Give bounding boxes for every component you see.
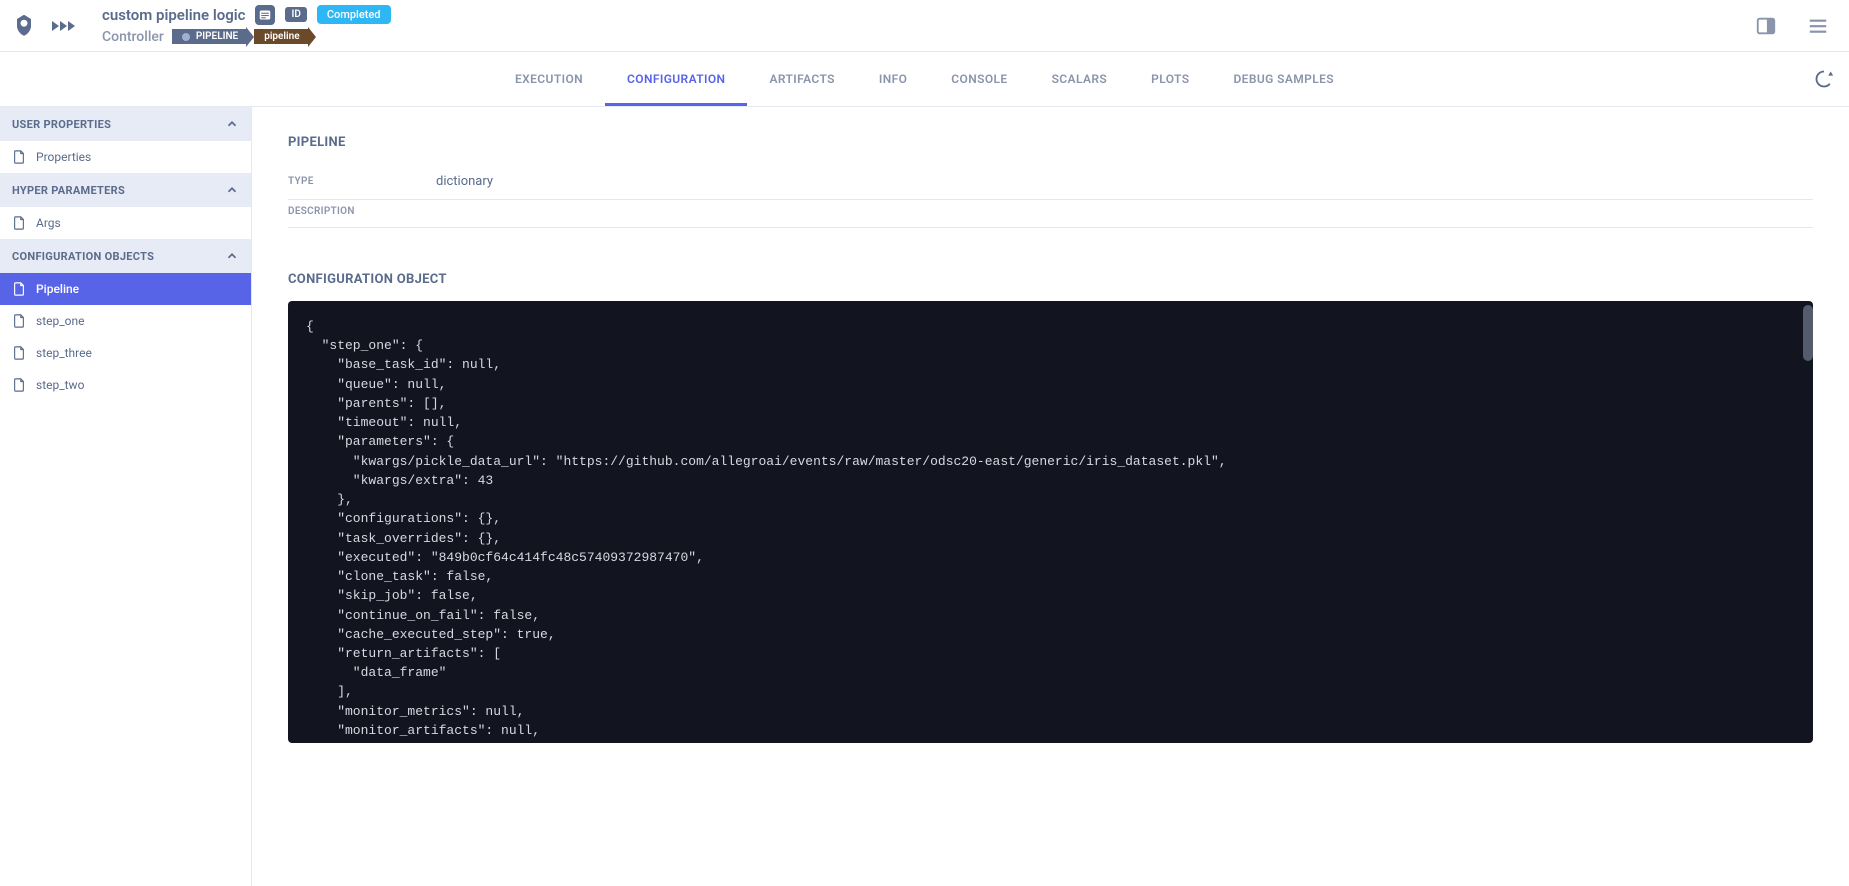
sidebar-item-label: Properties	[36, 150, 91, 164]
notes-icon[interactable]	[255, 5, 275, 25]
config-object-title: CONFIGURATION OBJECT	[288, 272, 1813, 287]
page-title: custom pipeline logic	[102, 6, 245, 24]
sidebar-item-step_one[interactable]: step_one	[0, 305, 251, 337]
dot-icon	[182, 33, 190, 41]
breadcrumb-item-pipeline-type[interactable]: PIPELINE	[172, 29, 246, 44]
page-subtitle: Controller	[102, 29, 164, 45]
sidebar-group-user-properties[interactable]: USER PROPERTIES	[0, 107, 251, 141]
sidebar-item-args[interactable]: Args	[0, 207, 251, 239]
chevron-up-icon	[225, 249, 239, 263]
status-badge: Completed	[317, 5, 391, 24]
id-badge[interactable]: ID	[285, 7, 306, 22]
tab-scalars[interactable]: SCALARS	[1030, 52, 1130, 106]
document-icon	[12, 282, 26, 296]
tabs: EXECUTIONCONFIGURATIONARTIFACTSINFOCONSO…	[493, 52, 1356, 106]
tab-configuration[interactable]: CONFIGURATION	[605, 52, 747, 106]
sidebar-item-label: step_two	[36, 378, 84, 392]
description-key: DESCRIPTION	[288, 206, 436, 217]
tab-plots[interactable]: PLOTS	[1129, 52, 1211, 106]
app-root: custom pipeline logic ID Completed Contr…	[0, 0, 1849, 886]
header-right	[1753, 13, 1831, 39]
sidebar-item-pipeline[interactable]: Pipeline	[0, 273, 251, 305]
scrollbar[interactable]	[1803, 305, 1813, 361]
menu-icon[interactable]	[1805, 13, 1831, 39]
breadcrumb-label: PIPELINE	[196, 31, 238, 42]
title-row: custom pipeline logic ID Completed	[102, 5, 391, 25]
sidebar-item-step_two[interactable]: step_two	[0, 369, 251, 401]
type-row: TYPE dictionary	[288, 168, 1813, 200]
refresh-icon[interactable]	[1811, 66, 1837, 92]
body: USER PROPERTIES Properties HYPER PARAMETER…	[0, 107, 1849, 886]
panel-toggle-icon[interactable]	[1753, 13, 1779, 39]
document-icon	[12, 216, 26, 230]
description-row: DESCRIPTION	[288, 200, 1813, 228]
sidebar-item-step_three[interactable]: step_three	[0, 337, 251, 369]
header: custom pipeline logic ID Completed Contr…	[0, 0, 1849, 52]
breadcrumb-label: pipeline	[264, 31, 299, 42]
sidebar-item-label: step_three	[36, 346, 92, 360]
sidebar-item-label: Pipeline	[36, 282, 79, 296]
config-code-block[interactable]: { "step_one": { "base_task_id": null, "q…	[288, 301, 1813, 743]
tab-info[interactable]: INFO	[857, 52, 929, 106]
sidebar: USER PROPERTIES Properties HYPER PARAMETER…	[0, 107, 252, 886]
arrows-icon	[52, 17, 84, 35]
document-icon	[12, 314, 26, 328]
chevron-up-icon	[225, 183, 239, 197]
section-title: PIPELINE	[288, 135, 1813, 150]
document-icon	[12, 346, 26, 360]
title-block: custom pipeline logic ID Completed Contr…	[102, 5, 391, 47]
sidebar-group-configuration-objects[interactable]: CONFIGURATION OBJECTS	[0, 239, 251, 273]
tabbar-right	[1811, 52, 1837, 106]
tab-execution[interactable]: EXECUTION	[493, 52, 605, 106]
sidebar-group-hyper-parameters[interactable]: HYPER PARAMETERS	[0, 173, 251, 207]
tabbar: EXECUTIONCONFIGURATIONARTIFACTSINFOCONSO…	[0, 52, 1849, 107]
sidebar-item-label: Args	[36, 216, 61, 230]
sidebar-item-label: step_one	[36, 314, 84, 328]
document-icon	[12, 150, 26, 164]
tab-console[interactable]: CONSOLE	[929, 52, 1029, 106]
header-left: custom pipeline logic ID Completed Contr…	[10, 5, 391, 47]
logo-icon	[10, 12, 38, 40]
tab-artifacts[interactable]: ARTIFACTS	[747, 52, 856, 106]
breadcrumb: PIPELINE pipeline	[172, 27, 316, 47]
subtitle-row: Controller PIPELINE pipeline	[102, 27, 391, 47]
chevron-up-icon	[225, 117, 239, 131]
type-value: dictionary	[436, 174, 493, 189]
sidebar-item-properties[interactable]: Properties	[0, 141, 251, 173]
breadcrumb-item-pipeline-name[interactable]: pipeline	[254, 29, 307, 44]
main-panel: PIPELINE TYPE dictionary DESCRIPTION CON…	[252, 107, 1849, 886]
document-icon	[12, 378, 26, 392]
type-key: TYPE	[288, 176, 436, 187]
tab-debug-samples[interactable]: DEBUG SAMPLES	[1211, 52, 1356, 106]
